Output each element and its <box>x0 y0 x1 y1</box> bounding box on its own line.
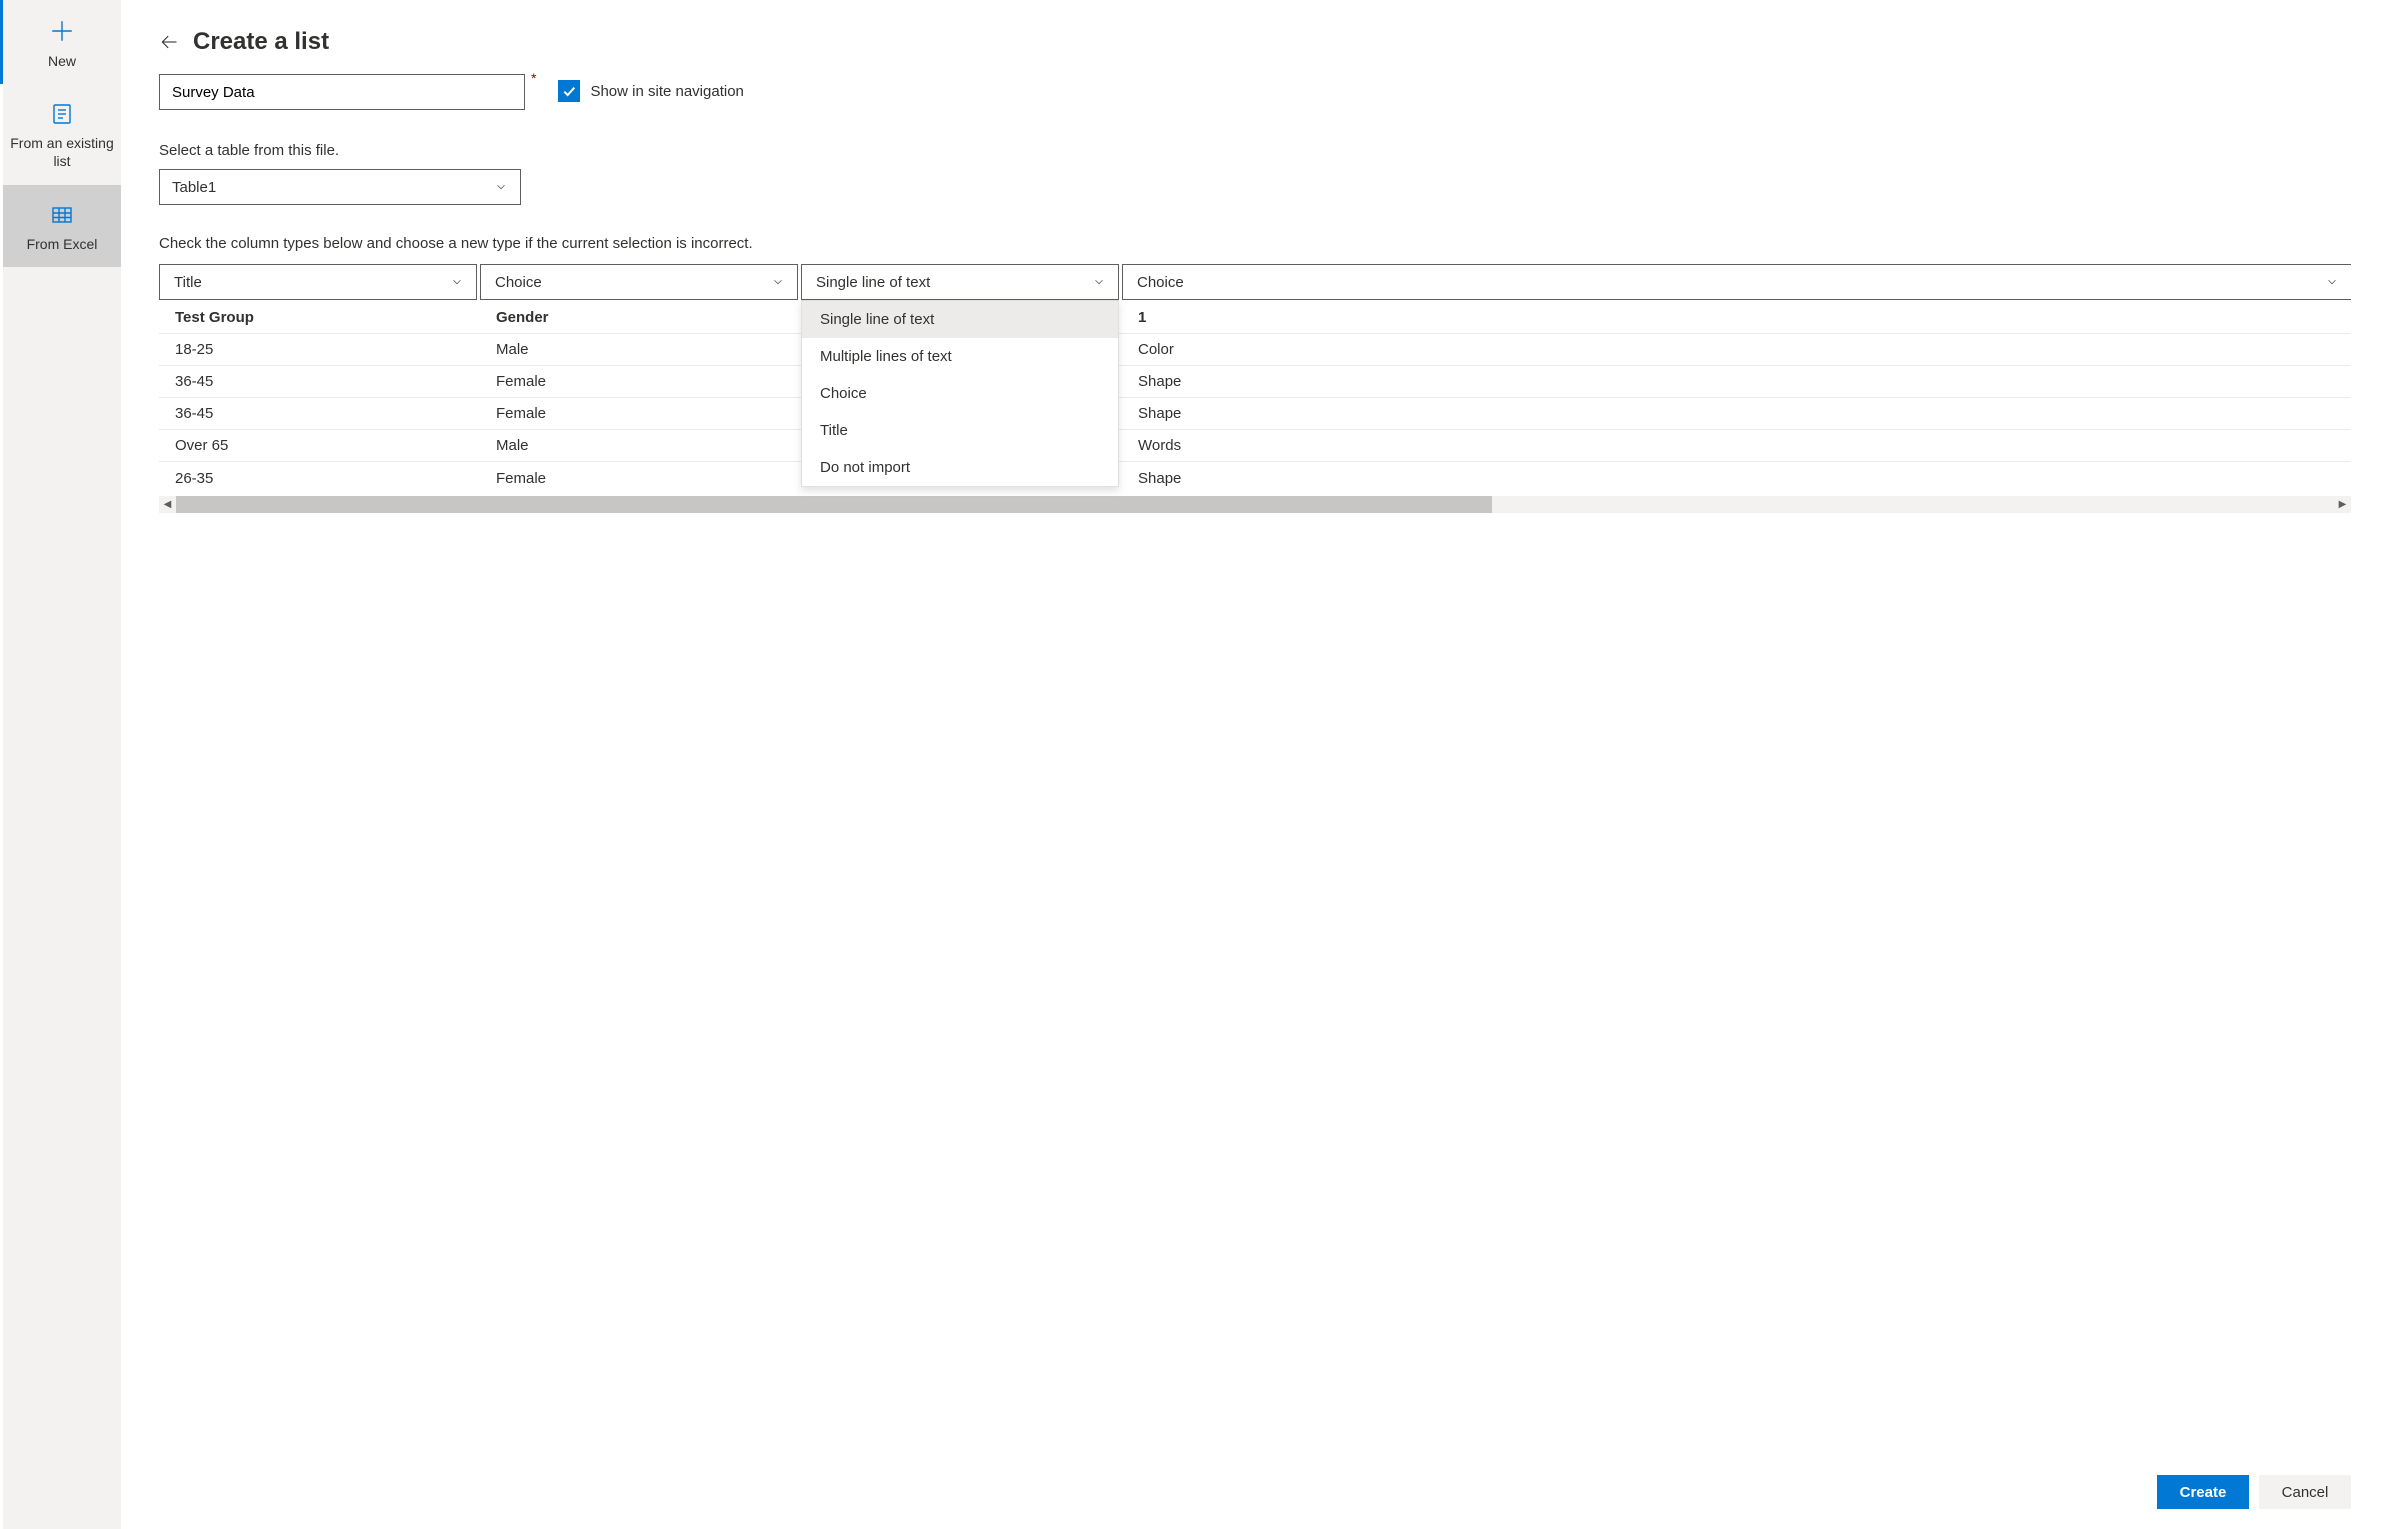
back-button[interactable] <box>159 32 179 52</box>
chevron-down-icon <box>771 275 785 289</box>
grid-cell: Color <box>1122 334 2351 366</box>
dropdown-option[interactable]: Multiple lines of text <box>802 338 1118 375</box>
sidebar-item-label: From Excel <box>27 235 98 253</box>
dropdown-option[interactable]: Title <box>802 412 1118 449</box>
cancel-button[interactable]: Cancel <box>2259 1475 2351 1509</box>
grid-cell: Female <box>480 398 801 430</box>
dropdown-option[interactable]: Single line of text <box>802 301 1118 338</box>
show-in-nav-label: Show in site navigation <box>590 83 743 100</box>
show-in-nav-checkbox[interactable]: Show in site navigation <box>558 80 743 102</box>
table-icon <box>50 203 74 227</box>
column-header: 1 <box>1122 302 2351 334</box>
grid-cell: Shape <box>1122 398 2351 430</box>
sidebar-item-existing-list[interactable]: From an existing list <box>3 84 121 184</box>
column-type-dropdown: Single line of text Multiple lines of te… <box>801 300 1119 487</box>
table-select[interactable]: Table1 <box>159 169 521 205</box>
column-type-value: Choice <box>495 274 542 291</box>
list-icon <box>50 102 74 126</box>
column-type-select[interactable]: Choice <box>1122 264 2351 300</box>
sidebar-item-label: New <box>48 52 76 70</box>
list-name-input[interactable] <box>159 74 525 110</box>
plus-icon <box>49 18 75 44</box>
grid-cell: Shape <box>1122 366 2351 398</box>
checkmark-icon <box>558 80 580 102</box>
scroll-right-icon[interactable]: ▶ <box>2334 496 2351 513</box>
scroll-left-icon[interactable]: ◀ <box>159 496 176 513</box>
sidebar: New From an existing list From Excel <box>0 0 121 1529</box>
column-header: Gender <box>480 302 801 334</box>
column-type-value: Single line of text <box>816 274 930 291</box>
grid-cell: 18-25 <box>159 334 480 366</box>
grid-cell: Words <box>1122 430 2351 462</box>
grid-cell: 36-45 <box>159 398 480 430</box>
grid-cell: Male <box>480 334 801 366</box>
column-type-select[interactable]: Choice <box>480 264 798 300</box>
sidebar-item-new[interactable]: New <box>0 0 121 84</box>
grid-column: Choice 1 Color Shape Shape Words Shape <box>1122 264 2351 494</box>
grid-cell: 26-35 <box>159 462 480 494</box>
column-type-value: Title <box>174 274 202 291</box>
column-header: Test Group <box>159 302 480 334</box>
dropdown-option[interactable]: Choice <box>802 375 1118 412</box>
chevron-down-icon <box>2325 275 2339 289</box>
chevron-down-icon <box>494 180 508 194</box>
grid-cell: 36-45 <box>159 366 480 398</box>
table-select-value: Table1 <box>172 179 216 196</box>
horizontal-scrollbar[interactable]: ◀ ▶ <box>159 496 2351 513</box>
sidebar-item-label: From an existing list <box>9 134 115 170</box>
scroll-thumb[interactable] <box>176 496 1492 513</box>
main-panel: Create a list * Show in site navigation … <box>121 0 2387 1529</box>
column-type-value: Choice <box>1137 274 1184 291</box>
grid-column: Choice Gender Male Female Female Male Fe… <box>480 264 801 494</box>
column-type-instruction: Check the column types below and choose … <box>159 235 2351 252</box>
column-type-select[interactable]: Title <box>159 264 477 300</box>
grid-cell: Shape <box>1122 462 2351 494</box>
grid-column: Title Test Group 18-25 36-45 36-45 Over … <box>159 264 480 494</box>
page-title: Create a list <box>193 28 329 56</box>
required-indicator: * <box>531 70 536 86</box>
table-select-label: Select a table from this file. <box>159 142 2351 159</box>
dialog-footer: Create Cancel <box>159 1459 2351 1529</box>
create-button[interactable]: Create <box>2157 1475 2249 1509</box>
grid-cell: Female <box>480 462 801 494</box>
scroll-track[interactable] <box>176 496 2334 513</box>
chevron-down-icon <box>1092 275 1106 289</box>
column-type-select[interactable]: Single line of text <box>801 264 1119 300</box>
sidebar-item-from-excel[interactable]: From Excel <box>3 185 121 267</box>
dropdown-option[interactable]: Do not import <box>802 449 1118 486</box>
grid-cell: Over 65 <box>159 430 480 462</box>
grid-cell: Male <box>480 430 801 462</box>
grid-column: Single line of text Single line of text … <box>801 264 1122 494</box>
chevron-down-icon <box>450 275 464 289</box>
grid-cell: Female <box>480 366 801 398</box>
column-grid: Title Test Group 18-25 36-45 36-45 Over … <box>159 264 2351 494</box>
